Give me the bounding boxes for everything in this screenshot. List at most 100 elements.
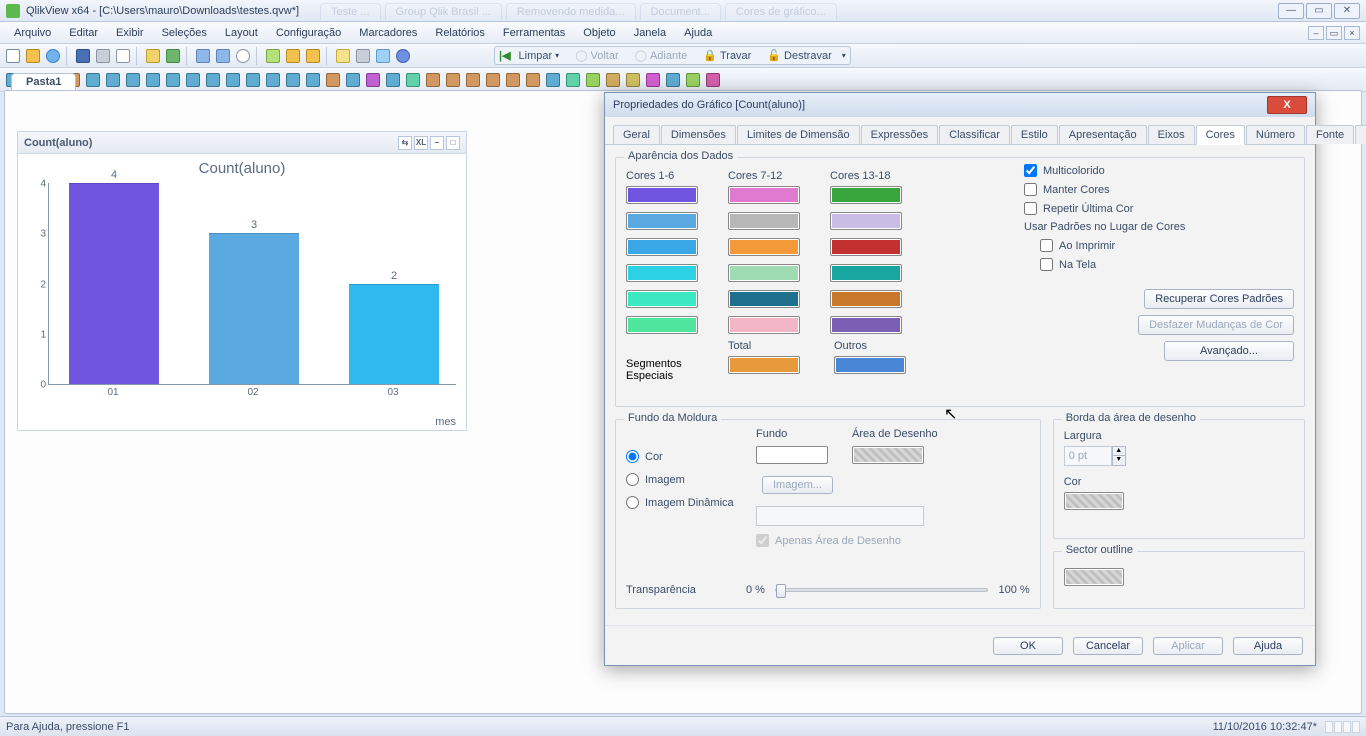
undo-icon[interactable] — [194, 47, 212, 65]
color-swatch-2[interactable] — [626, 212, 698, 230]
design-tool-22-icon[interactable] — [424, 71, 442, 89]
tab-classificar[interactable]: Classificar — [939, 125, 1010, 144]
imagem-dinamica-radio[interactable]: Imagem Dinâmica — [626, 496, 734, 509]
menu-relatorios[interactable]: Relatórios — [427, 25, 493, 41]
tab-lay-[interactable]: Lay... — [1355, 125, 1366, 144]
edit-script-icon[interactable] — [144, 47, 162, 65]
design-tool-5-icon[interactable] — [84, 71, 102, 89]
largura-input[interactable] — [1064, 446, 1112, 466]
color-swatch-6[interactable] — [626, 316, 698, 334]
color-swatch-7[interactable] — [728, 186, 800, 204]
borda-cor-swatch[interactable] — [1064, 492, 1124, 510]
design-tool-20-icon[interactable] — [384, 71, 402, 89]
tab-dimens-es[interactable]: Dimensões — [661, 125, 736, 144]
print-preview-icon[interactable] — [114, 47, 132, 65]
table-viewer-icon[interactable] — [374, 47, 392, 65]
menu-layout[interactable]: Layout — [217, 25, 266, 41]
chart-minimize-icon[interactable]: – — [430, 136, 444, 150]
menu-selecoes[interactable]: Seleções — [154, 25, 215, 41]
search-icon[interactable] — [234, 47, 252, 65]
adiante-button[interactable]: ◯Adiante — [629, 48, 694, 63]
color-swatch-8[interactable] — [728, 212, 800, 230]
design-tool-32-icon[interactable] — [624, 71, 642, 89]
menu-ajuda[interactable]: Ajuda — [676, 25, 720, 41]
design-tool-14-icon[interactable] — [264, 71, 282, 89]
open-icon[interactable] — [24, 47, 42, 65]
tab-limites-de-dimens-o[interactable]: Limites de Dimensão — [737, 125, 860, 144]
menu-configuracao[interactable]: Configuração — [268, 25, 349, 41]
destravar-button[interactable]: 🔓Destravar — [761, 48, 837, 63]
bar-03[interactable] — [349, 284, 439, 385]
color-swatch-16[interactable] — [830, 264, 902, 282]
color-swatch-18[interactable] — [830, 316, 902, 334]
chart-fastchange-icon[interactable]: ⇆ — [398, 136, 412, 150]
design-tool-26-icon[interactable] — [504, 71, 522, 89]
design-tool-18-icon[interactable] — [344, 71, 362, 89]
avancado-button[interactable]: Avançado... — [1164, 341, 1294, 361]
print-icon[interactable] — [94, 47, 112, 65]
travar-button[interactable]: 🔒Travar — [697, 48, 757, 63]
mdi-minimize-button[interactable]: – — [1308, 26, 1324, 40]
voltar-button[interactable]: ◯Voltar — [569, 48, 624, 63]
color-swatch-3[interactable] — [626, 238, 698, 256]
design-tool-24-icon[interactable] — [464, 71, 482, 89]
design-tool-27-icon[interactable] — [524, 71, 542, 89]
manter-cores-checkbox[interactable]: Manter Cores — [1024, 183, 1294, 196]
color-swatch-14[interactable] — [830, 212, 902, 230]
new-doc-icon[interactable] — [4, 47, 22, 65]
design-tool-17-icon[interactable] — [324, 71, 342, 89]
design-tool-10-icon[interactable] — [184, 71, 202, 89]
chart-xl-icon[interactable]: XL — [414, 136, 428, 150]
design-tool-36-icon[interactable] — [704, 71, 722, 89]
redo-icon[interactable] — [214, 47, 232, 65]
tools-icon[interactable] — [354, 47, 372, 65]
menu-marcadores[interactable]: Marcadores — [351, 25, 425, 41]
outros-swatch[interactable] — [834, 356, 906, 374]
menu-objeto[interactable]: Objeto — [575, 25, 623, 41]
color-swatch-10[interactable] — [728, 264, 800, 282]
design-tool-34-icon[interactable] — [664, 71, 682, 89]
chart-object[interactable]: Count(aluno) ⇆ XL – □ Count(aluno) 01234… — [17, 131, 467, 431]
tab-n-mero[interactable]: Número — [1246, 125, 1305, 144]
tab-fonte[interactable]: Fonte — [1306, 125, 1354, 144]
largura-down-icon[interactable]: ▼ — [1112, 456, 1126, 466]
design-tool-15-icon[interactable] — [284, 71, 302, 89]
apenas-area-checkbox[interactable]: Apenas Área de Desenho — [756, 534, 901, 547]
design-tool-7-icon[interactable] — [124, 71, 142, 89]
design-tool-35-icon[interactable] — [684, 71, 702, 89]
menu-editar[interactable]: Editar — [61, 25, 106, 41]
tab-cores[interactable]: Cores — [1196, 125, 1245, 145]
desfazer-mudancas-button[interactable]: Desfazer Mudanças de Cor — [1138, 315, 1294, 335]
chart-maximize-icon[interactable]: □ — [446, 136, 460, 150]
design-tool-21-icon[interactable] — [404, 71, 422, 89]
design-tool-31-icon[interactable] — [604, 71, 622, 89]
chart-caption[interactable]: Count(aluno) ⇆ XL – □ — [18, 132, 466, 154]
window-close-button[interactable]: ✕ — [1334, 3, 1360, 19]
design-tool-13-icon[interactable] — [244, 71, 262, 89]
dialog-close-button[interactable]: X — [1267, 96, 1307, 114]
color-swatch-17[interactable] — [830, 290, 902, 308]
area-desenho-swatch[interactable] — [852, 446, 924, 464]
color-swatch-5[interactable] — [626, 290, 698, 308]
save-icon[interactable] — [74, 47, 92, 65]
design-tool-25-icon[interactable] — [484, 71, 502, 89]
color-swatch-11[interactable] — [728, 290, 800, 308]
sector-outline-swatch[interactable] — [1064, 568, 1124, 586]
design-tool-11-icon[interactable] — [204, 71, 222, 89]
nav-overflow-icon[interactable]: ▾ — [842, 51, 846, 60]
tab-eixos[interactable]: Eixos — [1148, 125, 1195, 144]
refresh-icon[interactable] — [44, 47, 62, 65]
aplicar-button[interactable]: Aplicar — [1153, 637, 1223, 655]
tab-apresenta-o[interactable]: Apresentação — [1059, 125, 1147, 144]
mdi-restore-button[interactable]: ▭ — [1326, 26, 1342, 40]
bar-02[interactable] — [209, 233, 299, 384]
design-tool-16-icon[interactable] — [304, 71, 322, 89]
tab-estilo[interactable]: Estilo — [1011, 125, 1058, 144]
imagem-button[interactable]: Imagem... — [762, 476, 833, 494]
menu-ferramentas[interactable]: Ferramentas — [495, 25, 573, 41]
ao-imprimir-checkbox[interactable]: Ao Imprimir — [1040, 239, 1294, 252]
mdi-close-button[interactable]: × — [1344, 26, 1360, 40]
recuperar-cores-button[interactable]: Recuperar Cores Padrões — [1144, 289, 1294, 309]
design-tool-30-icon[interactable] — [584, 71, 602, 89]
cor-radio[interactable]: Cor — [626, 450, 734, 463]
